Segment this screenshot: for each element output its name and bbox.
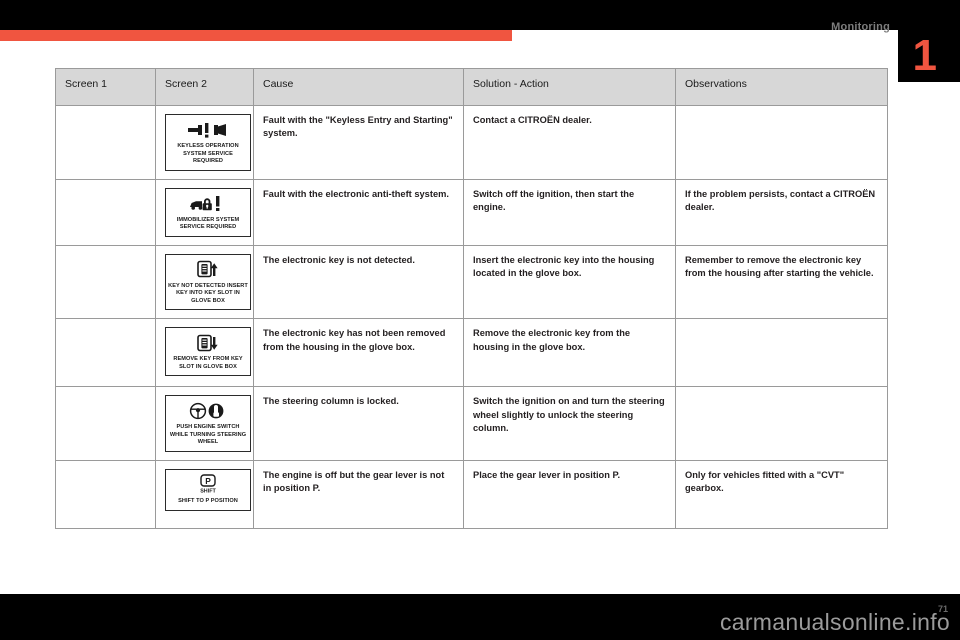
- column-header-screen-2: Screen 2: [155, 68, 254, 106]
- site-watermark: carmanualsonline.info: [719, 609, 950, 635]
- car-lock-exclamation-icon: [168, 194, 248, 214]
- column-header-cause: Cause: [253, 68, 464, 106]
- key-slot-remove-icon: [168, 333, 248, 353]
- header-accent-rule: [0, 30, 512, 41]
- table-row: IMMOBILIZER SYSTEM SERVICE REQUIRED Faul…: [55, 178, 888, 246]
- cell-screen-1: [55, 178, 156, 246]
- table-row: KEY NOT DETECTED INSERT KEY INTO KEY SLO…: [55, 244, 888, 320]
- table-body: KEYLESS OPERATION SYSTEM SERVICE REQUIRE…: [55, 105, 888, 530]
- cell-solution-action: Place the gear lever in position P.: [463, 460, 676, 530]
- key-exclamation-icon: [168, 120, 248, 140]
- cell-observations: [675, 386, 888, 462]
- dashboard-message-caption: IMMOBILIZER SYSTEM SERVICE REQUIRED: [176, 216, 240, 231]
- cell-screen-1: [55, 318, 156, 388]
- cell-cause: The electronic key has not been removed …: [253, 318, 464, 388]
- cell-screen-2: REMOVE KEY FROM KEY SLOT IN GLOVE BOX: [155, 318, 254, 388]
- monitoring-messages-table-wrapper: Screen 1 Screen 2 Cause Solution - Actio…: [55, 68, 888, 530]
- cell-cause: Fault with the "Keyless Entry and Starti…: [253, 105, 464, 180]
- cell-cause: The engine is off but the gear lever is …: [253, 460, 464, 530]
- cell-screen-1: [55, 460, 156, 530]
- chapter-number: 1: [912, 31, 938, 80]
- cell-cause: The steering column is locked.: [253, 386, 464, 462]
- dashboard-message-caption: REMOVE KEY FROM KEY SLOT IN GLOVE BOX: [173, 356, 243, 370]
- dashboard-message-caption: SHIFT TO P POSITION: [178, 498, 238, 505]
- section-title: Monitoring: [831, 21, 890, 33]
- dashboard-message-caption: PUSH ENGINE SWITCH WHILE TURNING STEERIN…: [169, 424, 247, 446]
- table-header-row: Screen 1 Screen 2 Cause Solution - Actio…: [55, 68, 888, 106]
- cell-observations: [675, 105, 888, 180]
- shift-to-park-icon: P SHIFT: [168, 474, 248, 495]
- svg-text:P: P: [205, 476, 211, 486]
- monitoring-messages-table: Screen 1 Screen 2 Cause Solution - Actio…: [55, 68, 888, 530]
- dashboard-message-graphic: IMMOBILIZER SYSTEM SERVICE REQUIRED: [165, 187, 251, 237]
- cell-observations: Only for vehicles fitted with a "CVT" ge…: [675, 460, 888, 530]
- table-row: P SHIFT SHIFT TO P POSITION The engine i…: [55, 460, 888, 530]
- cell-solution-action: Remove the electronic key from the housi…: [463, 318, 676, 388]
- cell-screen-2: KEY NOT DETECTED INSERT KEY INTO KEY SLO…: [155, 244, 254, 320]
- cell-screen-2: P SHIFT SHIFT TO P POSITION: [155, 460, 254, 530]
- key-slot-insert-icon: [168, 260, 248, 280]
- dashboard-message-graphic: P SHIFT SHIFT TO P POSITION: [165, 469, 251, 511]
- cell-screen-2: KEYLESS OPERATION SYSTEM SERVICE REQUIRE…: [155, 105, 254, 180]
- top-margin: [0, 0, 960, 30]
- steering-wheel-engine-switch-icon: [168, 401, 248, 421]
- dashboard-message-graphic: PUSH ENGINE SWITCH WHILE TURNING STEERIN…: [165, 395, 251, 453]
- column-header-observations: Observations: [675, 68, 888, 106]
- cell-solution-action: Switch the ignition on and turn the stee…: [463, 386, 676, 462]
- cell-observations: [675, 318, 888, 388]
- cell-solution-action: Switch off the ignition, then start the …: [463, 178, 676, 246]
- cell-screen-1: [55, 105, 156, 180]
- cell-screen-2: PUSH ENGINE SWITCH WHILE TURNING STEERIN…: [155, 386, 254, 462]
- cell-screen-2: IMMOBILIZER SYSTEM SERVICE REQUIRED: [155, 178, 254, 246]
- cell-observations: If the problem persists, contact a CITRO…: [675, 178, 888, 246]
- cell-observations: Remember to remove the electronic key fr…: [675, 244, 888, 320]
- table-row: REMOVE KEY FROM KEY SLOT IN GLOVE BOX Th…: [55, 318, 888, 388]
- dashboard-message-caption: KEY NOT DETECTED INSERT KEY INTO KEY SLO…: [168, 282, 248, 304]
- table-row: PUSH ENGINE SWITCH WHILE TURNING STEERIN…: [55, 386, 888, 462]
- column-header-screen-1: Screen 1: [55, 68, 156, 106]
- dashboard-message-graphic: KEY NOT DETECTED INSERT KEY INTO KEY SLO…: [165, 253, 251, 311]
- table-row: KEYLESS OPERATION SYSTEM SERVICE REQUIRE…: [55, 105, 888, 180]
- cell-screen-1: [55, 386, 156, 462]
- dashboard-message-graphic: REMOVE KEY FROM KEY SLOT IN GLOVE BOX: [165, 327, 251, 377]
- dashboard-message-caption: KEYLESS OPERATION SYSTEM SERVICE REQUIRE…: [177, 143, 239, 165]
- svg-text:SHIFT: SHIFT: [200, 488, 216, 494]
- dashboard-message-graphic: KEYLESS OPERATION SYSTEM SERVICE REQUIRE…: [165, 114, 251, 171]
- cell-cause: The electronic key is not detected.: [253, 244, 464, 320]
- cell-solution-action: Contact a CITROËN dealer.: [463, 105, 676, 180]
- cell-screen-1: [55, 244, 156, 320]
- cell-solution-action: Insert the electronic key into the housi…: [463, 244, 676, 320]
- manual-page: 1 Monitoring Screen 1 Screen 2 Cause Sol…: [0, 0, 960, 640]
- cell-cause: Fault with the electronic anti-theft sys…: [253, 178, 464, 246]
- column-header-solution-action: Solution - Action: [463, 68, 676, 106]
